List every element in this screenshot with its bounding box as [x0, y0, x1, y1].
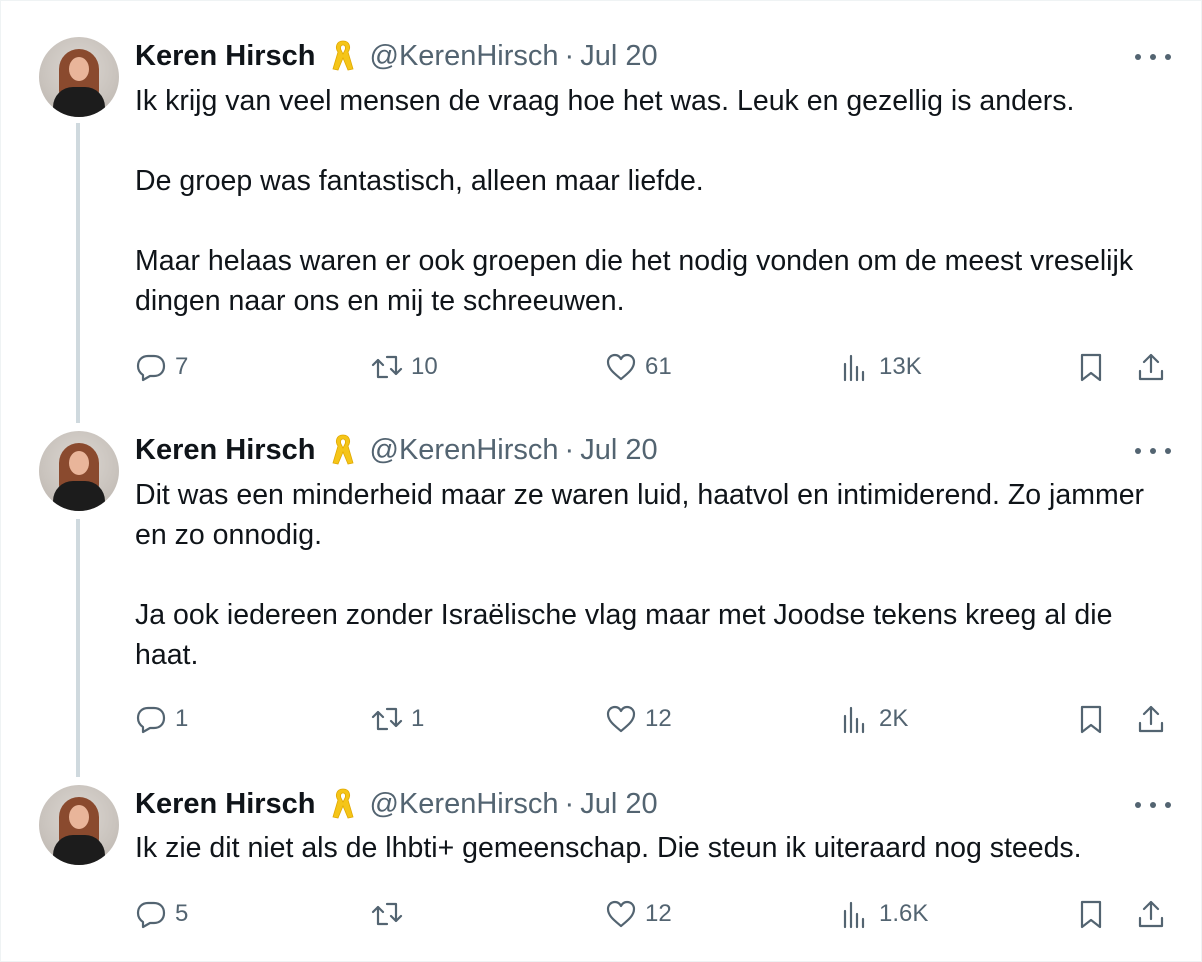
tweet-text: Ik zie dit niet als de lhbti+ gemeenscha…	[135, 828, 1180, 868]
reply-count: 7	[175, 353, 189, 380]
bookmark-button[interactable]	[1075, 347, 1107, 387]
tweet-header: Keren Hirsch @KerenHirsch · Jul 20	[135, 787, 658, 821]
share-icon	[1138, 705, 1164, 733]
reply-button[interactable]: 5	[135, 894, 188, 934]
separator: ·	[564, 433, 575, 466]
tweet-header: Keren Hirsch @KerenHirsch · Jul 20	[135, 433, 658, 467]
reply-icon	[136, 354, 166, 382]
author-name[interactable]: Keren Hirsch	[135, 434, 316, 467]
views-count: 2K	[879, 705, 909, 732]
author-name[interactable]: Keren Hirsch	[135, 40, 316, 73]
yellow-ribbon-icon	[332, 40, 354, 71]
share-icon	[1138, 353, 1164, 381]
tweet-date[interactable]: Jul 20	[580, 434, 657, 467]
tweet-paragraph: Dit was een minderheid maar ze waren lui…	[135, 479, 1145, 551]
yellow-ribbon-icon	[332, 434, 354, 465]
tweet-paragraph: Maar helaas waren er ook groepen die het…	[135, 245, 1134, 317]
views-icon	[843, 354, 865, 382]
share-button[interactable]	[1135, 894, 1167, 934]
views-button[interactable]: 1.6K	[839, 894, 928, 934]
like-icon	[606, 900, 636, 928]
views-count: 13K	[879, 353, 922, 380]
tweet-date[interactable]: Jul 20	[580, 40, 657, 73]
tweet-paragraph: Ik zie dit niet als de lhbti+ gemeenscha…	[135, 832, 1082, 864]
yellow-ribbon-icon	[332, 788, 354, 819]
like-count: 12	[645, 705, 672, 732]
share-button[interactable]	[1135, 347, 1167, 387]
repost-count: 1	[411, 705, 425, 732]
thread-container: Keren Hirsch @KerenHirsch · Jul 20 Ik kr…	[0, 0, 1202, 962]
tweet-date[interactable]: Jul 20	[580, 788, 657, 821]
views-icon	[843, 706, 865, 734]
share-button[interactable]	[1135, 699, 1167, 739]
avatar[interactable]	[39, 785, 119, 865]
share-icon	[1138, 900, 1164, 928]
more-icon[interactable]	[1135, 795, 1171, 815]
like-icon	[606, 705, 636, 733]
like-count: 12	[645, 900, 672, 927]
views-count: 1.6K	[879, 900, 929, 927]
views-button[interactable]: 13K	[839, 347, 922, 387]
repost-button[interactable]	[371, 894, 411, 934]
bookmark-button[interactable]	[1075, 894, 1107, 934]
avatar[interactable]	[39, 37, 119, 117]
avatar[interactable]	[39, 431, 119, 511]
repost-icon	[371, 355, 403, 379]
bookmark-icon	[1080, 353, 1102, 382]
repost-icon	[371, 902, 403, 926]
reply-button[interactable]: 7	[135, 347, 188, 387]
repost-button[interactable]: 1	[371, 699, 424, 739]
reply-count: 1	[175, 705, 189, 732]
like-button[interactable]: 12	[605, 699, 672, 739]
tweet-text: Ik krijg van veel mensen de vraag hoe he…	[135, 81, 1180, 321]
repost-count: 10	[411, 353, 438, 380]
reply-count: 5	[175, 900, 189, 927]
reply-icon	[136, 901, 166, 929]
reply-button[interactable]: 1	[135, 699, 188, 739]
views-icon	[843, 901, 865, 929]
more-icon[interactable]	[1135, 47, 1171, 67]
author-handle[interactable]: @KerenHirsch	[370, 434, 559, 467]
reply-icon	[136, 706, 166, 734]
repost-button[interactable]: 10	[371, 347, 438, 387]
separator: ·	[564, 39, 575, 72]
author-name[interactable]: Keren Hirsch	[135, 788, 316, 821]
like-button[interactable]: 12	[605, 894, 672, 934]
tweet[interactable]: Keren Hirsch @KerenHirsch · Jul 20 Dit w…	[1, 421, 1201, 776]
tweet[interactable]: Keren Hirsch @KerenHirsch · Jul 20 Ik zi…	[1, 776, 1201, 961]
like-icon	[606, 353, 636, 381]
action-bar: 5 12 1.6K	[1, 894, 1201, 934]
views-button[interactable]: 2K	[839, 699, 908, 739]
tweet-paragraph: Ja ook iedereen zonder Israëlische vlag …	[135, 599, 1113, 671]
like-button[interactable]: 61	[605, 347, 672, 387]
bookmark-button[interactable]	[1075, 699, 1107, 739]
tweet[interactable]: Keren Hirsch @KerenHirsch · Jul 20 Ik kr…	[1, 1, 1201, 421]
repost-icon	[371, 707, 403, 731]
separator: ·	[564, 787, 575, 820]
tweet-text: Dit was een minderheid maar ze waren lui…	[135, 475, 1180, 675]
bookmark-icon	[1080, 705, 1102, 734]
tweet-paragraph: Ik krijg van veel mensen de vraag hoe he…	[135, 85, 1075, 117]
author-handle[interactable]: @KerenHirsch	[370, 788, 559, 821]
action-bar: 7 10 61 13K	[1, 347, 1201, 387]
tweet-paragraph: De groep was fantastisch, alleen maar li…	[135, 165, 704, 197]
author-handle[interactable]: @KerenHirsch	[370, 40, 559, 73]
action-bar: 1 1 12 2K	[1, 699, 1201, 739]
more-icon[interactable]	[1135, 441, 1171, 461]
tweet-header: Keren Hirsch @KerenHirsch · Jul 20	[135, 39, 658, 73]
bookmark-icon	[1080, 900, 1102, 929]
like-count: 61	[645, 353, 672, 380]
